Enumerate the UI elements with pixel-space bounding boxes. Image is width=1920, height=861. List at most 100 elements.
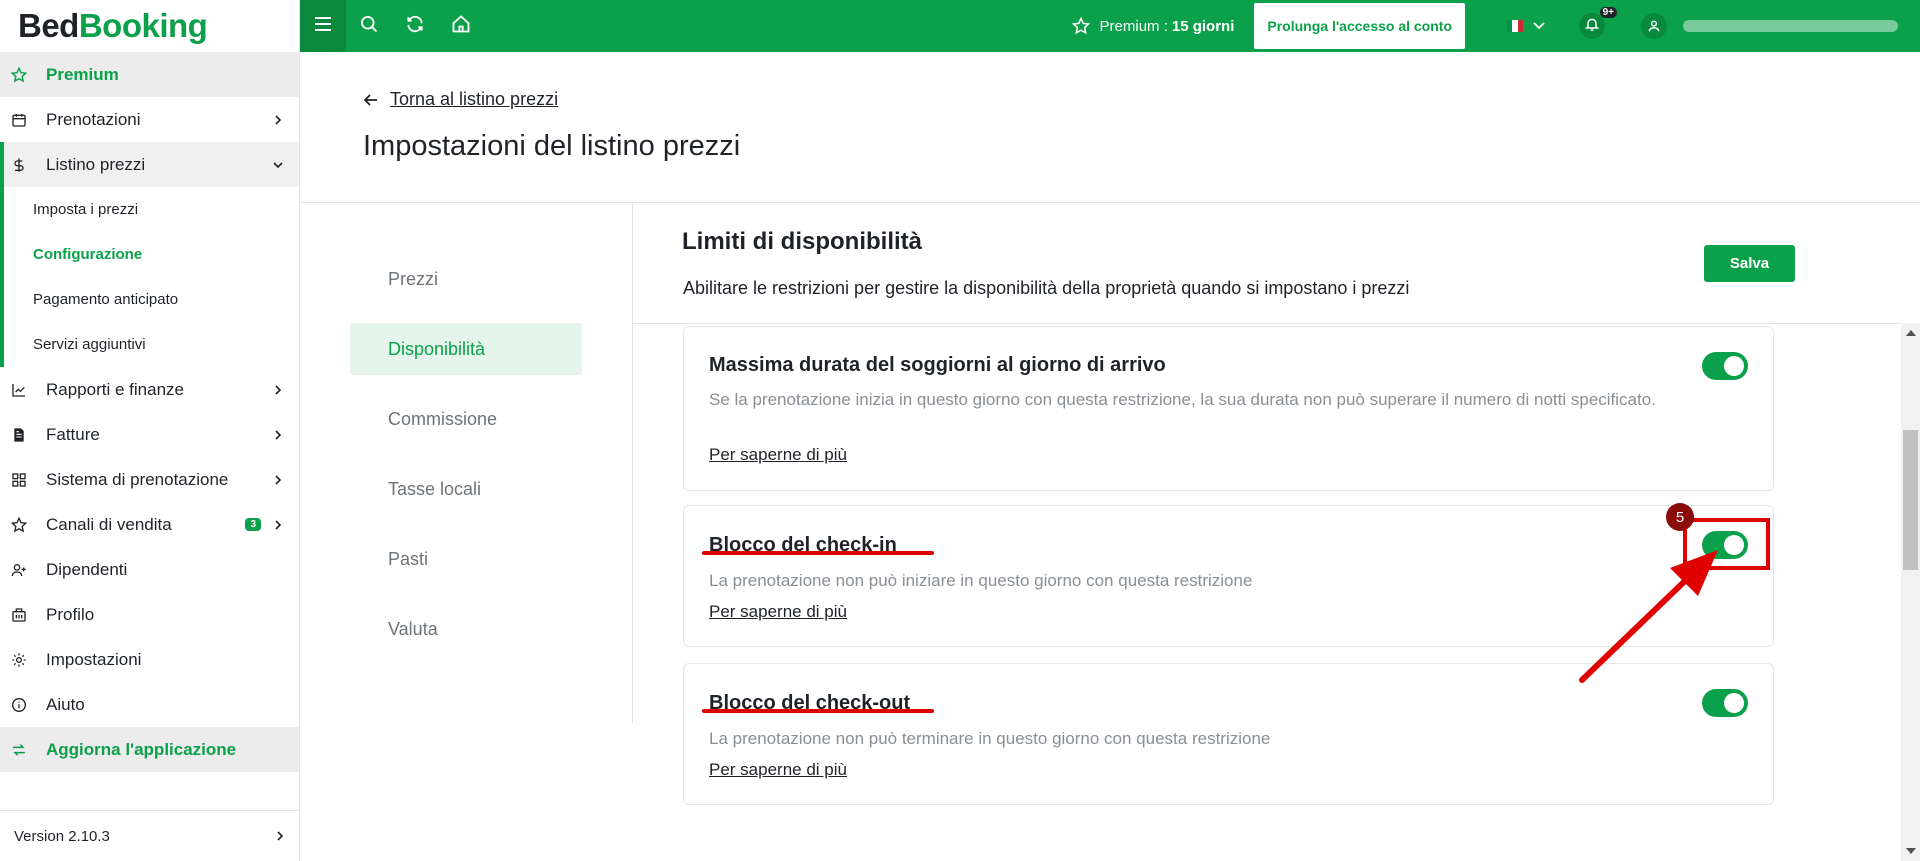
scroll-down-icon[interactable] bbox=[1906, 848, 1916, 854]
premium-label: Premium : bbox=[1099, 17, 1168, 35]
sidebar: Bed Booking Premium Prenotazioni Listino … bbox=[0, 0, 300, 861]
section-title: Limiti di disponibilità bbox=[682, 228, 922, 255]
count-badge: 3 bbox=[245, 518, 261, 531]
back-link-label: Torna al listino prezzi bbox=[390, 89, 559, 109]
language-selector[interactable] bbox=[1507, 20, 1545, 32]
logo-part-bed: Bed bbox=[18, 7, 79, 44]
tab-disponibilita[interactable]: Disponibilità bbox=[350, 323, 582, 375]
grid-icon bbox=[10, 471, 28, 489]
app-logo[interactable]: Bed Booking bbox=[0, 0, 299, 52]
header-divider bbox=[300, 202, 1920, 203]
sidebar-item-prenotazioni[interactable]: Prenotazioni bbox=[0, 97, 299, 142]
chevron-right-icon bbox=[271, 428, 285, 442]
sidebar-item-label: Impostazioni bbox=[46, 649, 142, 669]
sidebar-item-label: Prenotazioni bbox=[46, 109, 141, 129]
scroll-up-icon[interactable] bbox=[1906, 330, 1916, 336]
sidebar-item-label: Fatture bbox=[46, 424, 100, 444]
sidebar-item-label: Premium bbox=[46, 64, 119, 84]
tab-commissione[interactable]: Commissione bbox=[350, 393, 582, 445]
learn-more-link[interactable]: Per saperne di più bbox=[709, 445, 847, 465]
sidebar-item-listino-prezzi[interactable]: Listino prezzi bbox=[0, 142, 299, 187]
sidebar-item-canali-vendita[interactable]: Canali di vendita 3 bbox=[0, 502, 299, 547]
sidebar-subitem-imposta-prezzi[interactable]: Imposta i prezzi bbox=[0, 187, 299, 232]
user-menu[interactable] bbox=[1641, 13, 1898, 39]
user-icon bbox=[1641, 13, 1667, 39]
tab-pasti[interactable]: Pasti bbox=[350, 533, 582, 585]
sidebar-item-sistema-prenotazione[interactable]: Sistema di prenotazione bbox=[0, 457, 299, 502]
sidebar-item-rapporti[interactable]: Rapporti e finanze bbox=[0, 367, 299, 412]
menu-icon bbox=[314, 16, 332, 36]
sidebar-item-profilo[interactable]: Profilo bbox=[0, 592, 299, 637]
restriction-card-max-stay: Massima durata del soggiorni al giorno d… bbox=[683, 326, 1774, 491]
notifications-button[interactable]: 9+ bbox=[1579, 7, 1617, 39]
search-button[interactable] bbox=[346, 0, 392, 52]
sidebar-item-label: Canali di vendita bbox=[46, 514, 172, 534]
version-footer[interactable]: Version 2.10.3 bbox=[0, 810, 299, 861]
sidebar-item-dipendenti[interactable]: Dipendenti bbox=[0, 547, 299, 592]
sidebar-item-premium[interactable]: Premium bbox=[0, 52, 299, 97]
chevron-down-icon bbox=[1533, 22, 1545, 30]
annotation-underline-checkin bbox=[702, 551, 934, 555]
premium-status: Premium : 15 giorni bbox=[1071, 17, 1235, 35]
tab-valuta[interactable]: Valuta bbox=[350, 603, 582, 655]
learn-more-link[interactable]: Per saperne di più bbox=[709, 602, 847, 622]
back-to-price-list-link[interactable]: Torna al listino prezzi bbox=[364, 89, 558, 110]
info-icon bbox=[10, 696, 28, 714]
chevron-right-icon bbox=[271, 113, 285, 127]
refresh-button[interactable] bbox=[392, 0, 438, 52]
sidebar-item-label: Rapporti e finanze bbox=[46, 379, 184, 399]
annotation-step-badge: 5 bbox=[1666, 503, 1694, 531]
version-label: Version 2.10.3 bbox=[14, 827, 110, 845]
learn-more-link[interactable]: Per saperne di più bbox=[709, 760, 847, 780]
bell-icon bbox=[1584, 16, 1600, 37]
settings-tabs: Prezzi Disponibilità Commissione Tasse l… bbox=[350, 253, 582, 673]
section-description: Abilitare le restrizioni per gestire la … bbox=[683, 278, 1410, 298]
logo-part-booking: Booking bbox=[78, 7, 208, 44]
sidebar-item-aggiorna-app[interactable]: Aggiorna l'applicazione bbox=[0, 727, 299, 772]
section-divider bbox=[633, 323, 1920, 324]
sidebar-subitem-pagamento-anticipato[interactable]: Pagamento anticipato bbox=[0, 277, 299, 322]
card-description: Se la prenotazione inizia in questo gior… bbox=[709, 390, 1656, 409]
sidebar-item-label: Profilo bbox=[46, 604, 95, 624]
vertical-divider bbox=[632, 203, 633, 723]
dollar-icon bbox=[10, 156, 28, 174]
invoice-icon bbox=[10, 426, 28, 444]
tab-prezzi[interactable]: Prezzi bbox=[350, 253, 582, 305]
sidebar-submenu: Imposta i prezzi Configurazione Pagament… bbox=[0, 187, 299, 367]
star-icon bbox=[10, 516, 28, 534]
toggle-knob bbox=[1724, 693, 1744, 713]
top-bar: Premium : 15 giorni Prolunga l'accesso a… bbox=[300, 0, 1920, 52]
chevron-right-icon bbox=[271, 383, 285, 397]
user-add-icon bbox=[10, 561, 28, 579]
building-icon bbox=[10, 606, 28, 624]
menu-button[interactable] bbox=[300, 0, 346, 52]
card-title: Massima durata del soggiorni al giorno d… bbox=[709, 354, 1166, 376]
home-button[interactable] bbox=[438, 0, 484, 52]
search-icon bbox=[359, 14, 379, 39]
gear-icon bbox=[10, 651, 28, 669]
star-icon bbox=[1071, 17, 1090, 35]
sidebar-subitem-servizi-aggiuntivi[interactable]: Servizi aggiuntivi bbox=[0, 322, 299, 367]
sidebar-item-label: Aiuto bbox=[46, 694, 85, 714]
scroll-thumb[interactable] bbox=[1903, 430, 1918, 570]
premium-days: 15 giorni bbox=[1171, 17, 1235, 35]
sidebar-item-aiuto[interactable]: Aiuto bbox=[0, 682, 299, 727]
sidebar-item-impostazioni[interactable]: Impostazioni bbox=[0, 637, 299, 682]
sidebar-subitem-configurazione[interactable]: Configurazione bbox=[0, 232, 299, 277]
page-title: Impostazioni del listino prezzi bbox=[363, 130, 741, 162]
content-scrollbar[interactable] bbox=[1901, 323, 1920, 861]
annotation-underline-checkout bbox=[702, 709, 934, 713]
flag-italy-icon bbox=[1507, 20, 1523, 32]
save-button[interactable]: Salva bbox=[1704, 245, 1795, 282]
toggle-switch[interactable] bbox=[1702, 352, 1748, 380]
tab-tasse-locali[interactable]: Tasse locali bbox=[350, 463, 582, 515]
toggle-switch[interactable] bbox=[1702, 689, 1748, 717]
sync-icon bbox=[10, 741, 28, 759]
sidebar-item-fatture[interactable]: Fatture bbox=[0, 412, 299, 457]
chart-icon bbox=[10, 381, 28, 399]
chevron-right-icon bbox=[271, 473, 285, 487]
sidebar-item-label: Dipendenti bbox=[46, 559, 128, 579]
extend-access-button[interactable]: Prolunga l'accesso al conto bbox=[1254, 3, 1465, 49]
chevron-right-icon bbox=[275, 828, 285, 845]
annotation-arrow-icon bbox=[1579, 550, 1718, 683]
